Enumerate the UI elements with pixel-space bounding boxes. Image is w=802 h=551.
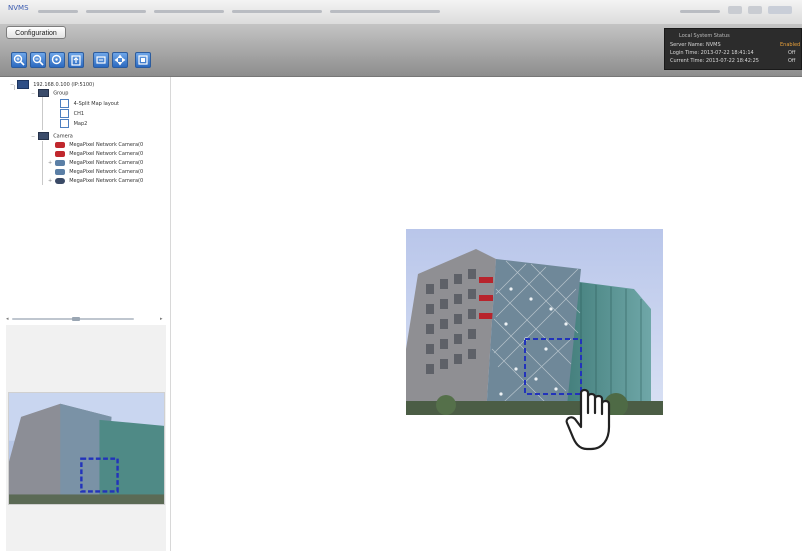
tree-guide-line: [42, 97, 43, 130]
hand-cursor-icon: [565, 388, 611, 451]
title-bar: NVMS: [0, 0, 802, 25]
expand-icon[interactable]: +: [48, 159, 53, 167]
zoom-in-icon: [13, 54, 25, 66]
map-icon: [60, 99, 69, 108]
zoom-fit-button[interactable]: [49, 52, 65, 68]
menu-strip: [86, 10, 146, 13]
system-status-panel: Local System Status Server Name: NVMS En…: [664, 28, 802, 70]
menu-strip: [38, 10, 78, 13]
minimize-button[interactable]: [728, 6, 742, 14]
expand-icon[interactable]: +: [48, 177, 53, 185]
collapse-icon[interactable]: −: [31, 133, 36, 141]
login-time-value: Off: [788, 50, 796, 56]
map-icon: [60, 109, 69, 118]
tree-camera-item[interactable]: + MegaPixel Network Camera(0: [48, 177, 143, 185]
server-name-value: Enabled: [780, 42, 801, 48]
navigator-thumbnail: [9, 393, 164, 504]
tree-camera-item[interactable]: MegaPixel Network Camera(0: [48, 150, 143, 158]
export-icon: [71, 55, 81, 66]
scroll-right-icon[interactable]: ▸: [160, 316, 163, 322]
login-time: Login Time: 2013-07-22 18:41:14 Off: [670, 50, 795, 56]
mini-navigator[interactable]: [8, 392, 165, 505]
tree-group-item[interactable]: CH1: [60, 109, 85, 118]
tree-camera-item[interactable]: MegaPixel Network Camera(0: [48, 168, 143, 176]
tree-camera-item[interactable]: MegaPixel Network Camera(0: [48, 141, 143, 149]
sequence-button[interactable]: [93, 52, 109, 68]
dome-camera-icon: [54, 177, 65, 184]
ptz-icon: [114, 54, 126, 66]
server-name: Server Name: NVMS Enabled: [670, 42, 800, 48]
scrollbar-thumb[interactable]: [72, 317, 80, 321]
menu-strip: [232, 10, 322, 13]
folder-icon: [37, 132, 49, 140]
current-time-label: Current Time: 2013-07-22 18:42:25: [670, 58, 759, 64]
tree-camera-label: MegaPixel Network Camera(0: [69, 178, 144, 184]
tree-camera-label: MegaPixel Network Camera(0: [69, 142, 144, 148]
tree-camera-label: MegaPixel Network Camera(0: [69, 169, 144, 175]
tree-camera-item[interactable]: + MegaPixel Network Camera(0: [48, 159, 143, 167]
tree-guide-line: [42, 141, 43, 185]
toolbar: Configuration Local System Status Server…: [0, 24, 802, 77]
maximize-button[interactable]: [748, 6, 762, 14]
map-icon: [60, 119, 69, 128]
dock-button[interactable]: [135, 52, 151, 68]
collapse-icon[interactable]: −: [31, 90, 36, 98]
configuration-button[interactable]: Configuration: [6, 26, 66, 39]
menu-strip: [330, 10, 440, 13]
tree-group-folder[interactable]: − Group: [31, 89, 68, 97]
tree-group-item-label: 4-Split Map layout: [73, 101, 119, 107]
tree-camera-label: MegaPixel Network Camera(0: [69, 160, 144, 166]
camera-icon: [54, 168, 65, 175]
current-time: Current Time: 2013-07-22 18:42:25 Off: [670, 58, 795, 64]
camera-view[interactable]: [406, 229, 663, 415]
tree-server-node[interactable]: − 192.168.0.100 (IP:5100): [10, 80, 95, 89]
menu-strip: [680, 10, 720, 13]
sequence-icon: [96, 56, 106, 64]
tree-group-item[interactable]: Map2: [60, 119, 88, 128]
tree-server-label: 192.168.0.100 (IP:5100): [33, 82, 95, 88]
app-title: NVMS: [8, 4, 29, 12]
zoom-in-button[interactable]: [11, 52, 27, 68]
server-icon: [16, 80, 29, 89]
export-button[interactable]: [68, 52, 84, 68]
status-title: Local System Status: [679, 33, 730, 39]
folder-icon: [37, 89, 49, 97]
collapse-icon[interactable]: −: [10, 81, 15, 89]
server-name-label: Server Name: NVMS: [670, 42, 721, 48]
camera-icon: [54, 150, 65, 157]
tree-camera-folder-label: Camera: [53, 133, 73, 140]
login-time-label: Login Time: 2013-07-22 18:41:14: [670, 50, 754, 56]
dock-icon: [138, 55, 148, 65]
zoom-out-icon: [32, 54, 44, 66]
tree-camera-folder[interactable]: − Camera: [31, 132, 73, 140]
current-time-value: Off: [788, 58, 796, 64]
tree-horizontal-scrollbar[interactable]: ◂ ▸: [6, 316, 166, 322]
tree-group-item-label: CH1: [73, 111, 85, 117]
tree-group-folder-label: Group: [53, 90, 69, 97]
camera-icon: [54, 141, 65, 148]
zoom-fit-icon: [51, 54, 62, 65]
tree-camera-label: MegaPixel Network Camera(0: [69, 151, 144, 157]
scroll-left-icon[interactable]: ◂: [6, 316, 9, 322]
zoom-out-button[interactable]: [30, 52, 46, 68]
building-image: [406, 229, 663, 415]
menu-strip: [154, 10, 224, 13]
tree-group-item-label: Map2: [73, 121, 88, 127]
close-button[interactable]: [768, 6, 792, 14]
ptz-button[interactable]: [112, 52, 128, 68]
tree-group-item[interactable]: 4-Split Map layout: [60, 99, 119, 108]
camera-icon: [54, 159, 65, 166]
